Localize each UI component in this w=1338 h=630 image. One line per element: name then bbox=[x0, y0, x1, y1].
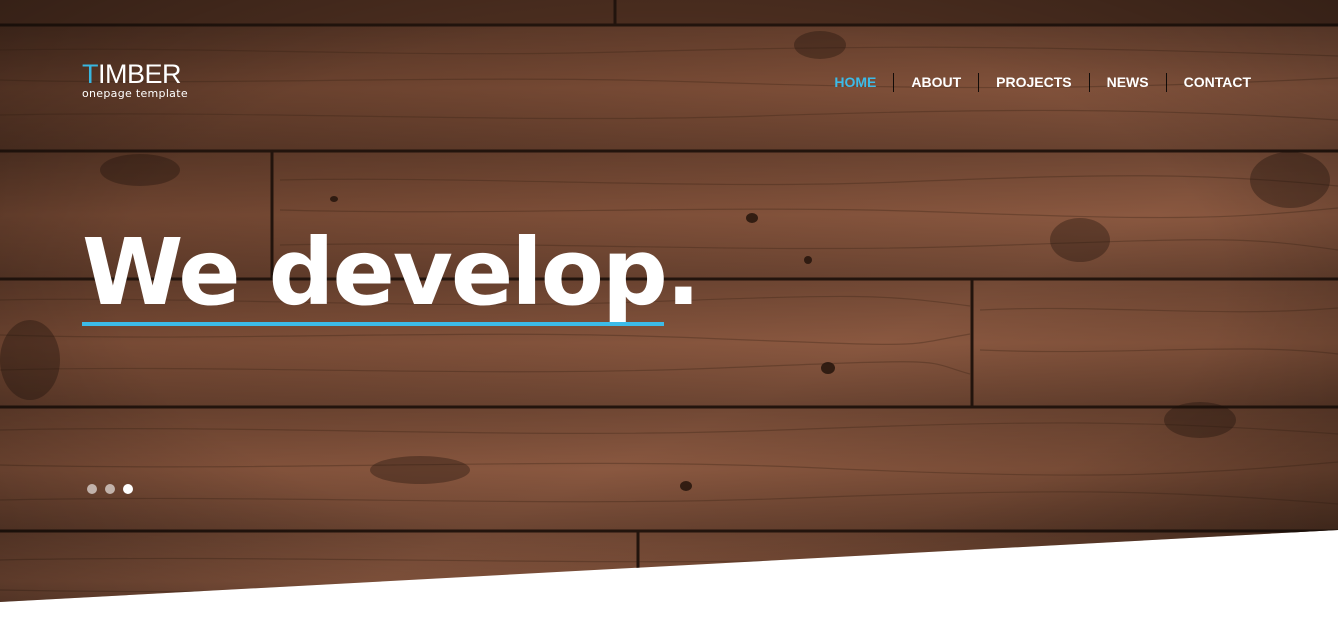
slider-dot-2[interactable] bbox=[105, 484, 115, 494]
site-logo[interactable]: TIMBER onepage template bbox=[82, 60, 188, 100]
nav-item-home[interactable]: HOME bbox=[817, 73, 893, 92]
nav-item-news[interactable]: NEWS bbox=[1088, 73, 1166, 92]
slider-dots bbox=[87, 484, 133, 494]
nav-item-projects[interactable]: PROJECTS bbox=[978, 73, 1088, 92]
main-nav: HOME ABOUT PROJECTS NEWS CONTACT bbox=[817, 73, 1268, 92]
nav-item-about[interactable]: ABOUT bbox=[893, 73, 978, 92]
nav-item-contact[interactable]: CONTACT bbox=[1165, 73, 1268, 92]
slider-dot-3[interactable] bbox=[123, 484, 133, 494]
headline-underline bbox=[82, 322, 664, 326]
logo-first-letter: T bbox=[82, 59, 99, 89]
slider-dot-1[interactable] bbox=[87, 484, 97, 494]
logo-tagline: onepage template bbox=[82, 87, 188, 100]
hero-section: TIMBER onepage template HOME ABOUT PROJE… bbox=[0, 0, 1338, 630]
logo-wordmark: TIMBER bbox=[82, 60, 188, 88]
hero-headline: We develop. bbox=[82, 219, 701, 326]
logo-rest: IMBER bbox=[98, 59, 182, 89]
